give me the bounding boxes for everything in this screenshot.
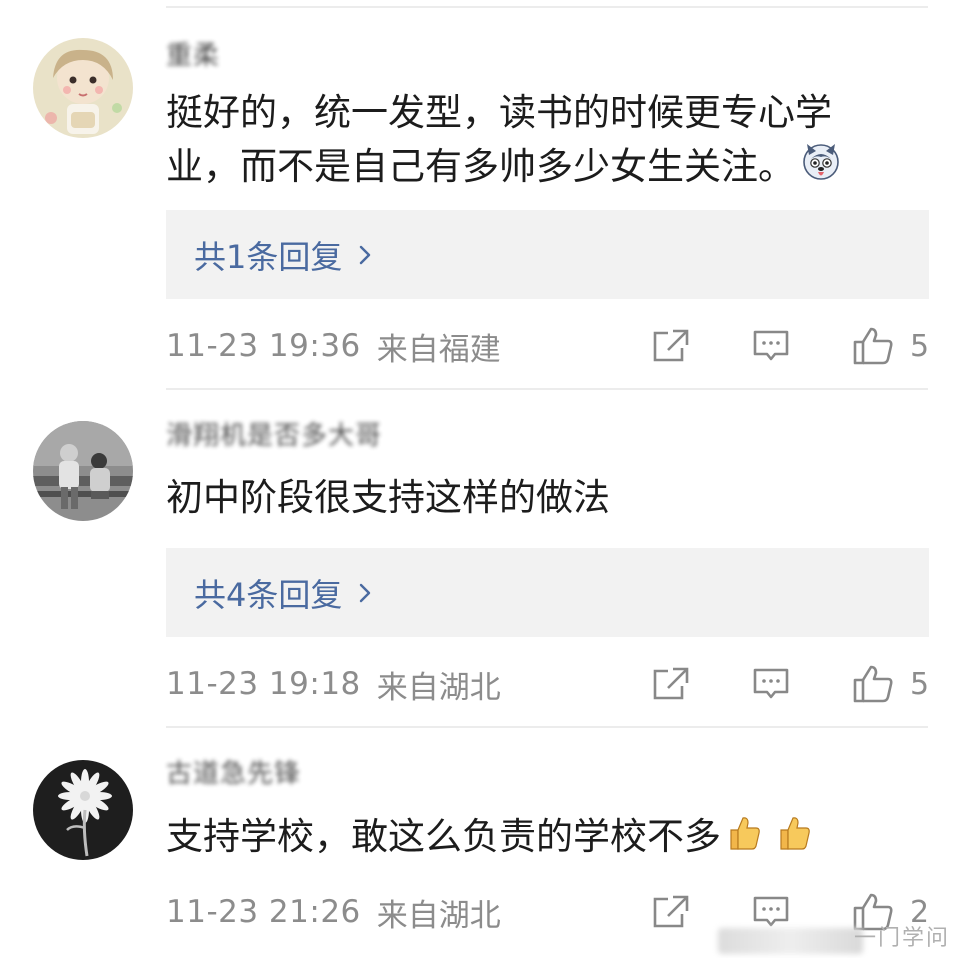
avatar[interactable] <box>33 760 133 860</box>
username-text: 滑翔机是否多大哥 <box>166 421 383 451</box>
avatar-flower-icon <box>33 760 133 860</box>
chevron-right-icon <box>360 245 371 264</box>
replies-label: 共1条回复 <box>194 237 343 276</box>
like-button[interactable]: 5 <box>852 326 929 366</box>
comment-text-line: 初中阶段很支持这样的做法 <box>166 476 610 519</box>
comment-text: 挺好的，统一发型，读书的时候更专心学 业，而不是自己有多帅多少女生关注。 <box>166 86 906 196</box>
username-text: 古道急先锋 <box>166 759 302 789</box>
replies-link[interactable]: 共4条回复 <box>166 548 929 637</box>
comment-time: 11-23 19:36 <box>166 328 361 364</box>
comment-text-line: 挺好的，统一发型，读书的时候更专心学 <box>166 91 832 134</box>
comment-button[interactable] <box>752 892 790 932</box>
share-icon <box>653 667 689 700</box>
share-icon <box>653 895 689 928</box>
like-count: 5 <box>910 328 930 364</box>
divider <box>166 388 928 390</box>
comment-meta: 11-23 19:36 来自福建 5 <box>166 326 932 368</box>
username[interactable]: 重柔 <box>166 41 220 72</box>
comment-text-line: 支持学校，敢这么负责的学校不多 <box>166 815 721 858</box>
watermark: 一门学问 <box>853 926 950 951</box>
comment-text: 初中阶段很支持这样的做法 <box>166 471 906 525</box>
username[interactable]: 滑翔机是否多大哥 <box>166 421 382 452</box>
watermark-blur <box>718 928 863 954</box>
like-count: 5 <box>910 666 930 702</box>
comment-time: 11-23 21:26 <box>166 894 361 930</box>
thumbs-up-icon <box>853 327 893 365</box>
comment-location: 来自湖北 <box>376 897 501 934</box>
comment-meta: 11-23 21:26 来自湖北 2 <box>166 892 932 934</box>
like-button[interactable]: 5 <box>852 664 929 704</box>
comment-icon <box>753 896 789 927</box>
share-icon <box>653 329 689 362</box>
share-button[interactable] <box>652 326 690 366</box>
avatar-illustration-icon <box>33 38 133 138</box>
comment-text-line: 业，而不是自己有多帅多少女生关注。 <box>166 145 795 188</box>
comment-icon <box>753 668 789 699</box>
comment-text: 支持学校，敢这么负责的学校不多 <box>166 810 906 866</box>
share-button[interactable] <box>652 664 690 704</box>
replies-label: 共4条回复 <box>194 575 343 614</box>
thumbs-up-icon <box>853 665 893 703</box>
divider <box>166 726 928 728</box>
comment-location: 来自湖北 <box>376 669 501 706</box>
username[interactable]: 古道急先锋 <box>166 759 301 790</box>
comment-icon <box>753 330 789 361</box>
avatar-photo-icon <box>33 421 133 521</box>
top-divider <box>166 6 928 8</box>
comment-location: 来自福建 <box>376 331 501 368</box>
comment-meta: 11-23 19:18 来自湖北 5 <box>166 664 932 706</box>
username-text: 重柔 <box>166 41 221 71</box>
chevron-right-icon <box>360 583 371 602</box>
thumbs-up-emoji-icon <box>727 812 811 866</box>
replies-link[interactable]: 共1条回复 <box>166 210 929 299</box>
husky-emoji-icon <box>801 141 841 196</box>
comment-button[interactable] <box>752 664 790 704</box>
comment-time: 11-23 19:18 <box>166 666 361 702</box>
avatar[interactable] <box>33 38 133 138</box>
comment-button[interactable] <box>752 326 790 366</box>
share-button[interactable] <box>652 892 690 932</box>
avatar[interactable] <box>33 421 133 521</box>
